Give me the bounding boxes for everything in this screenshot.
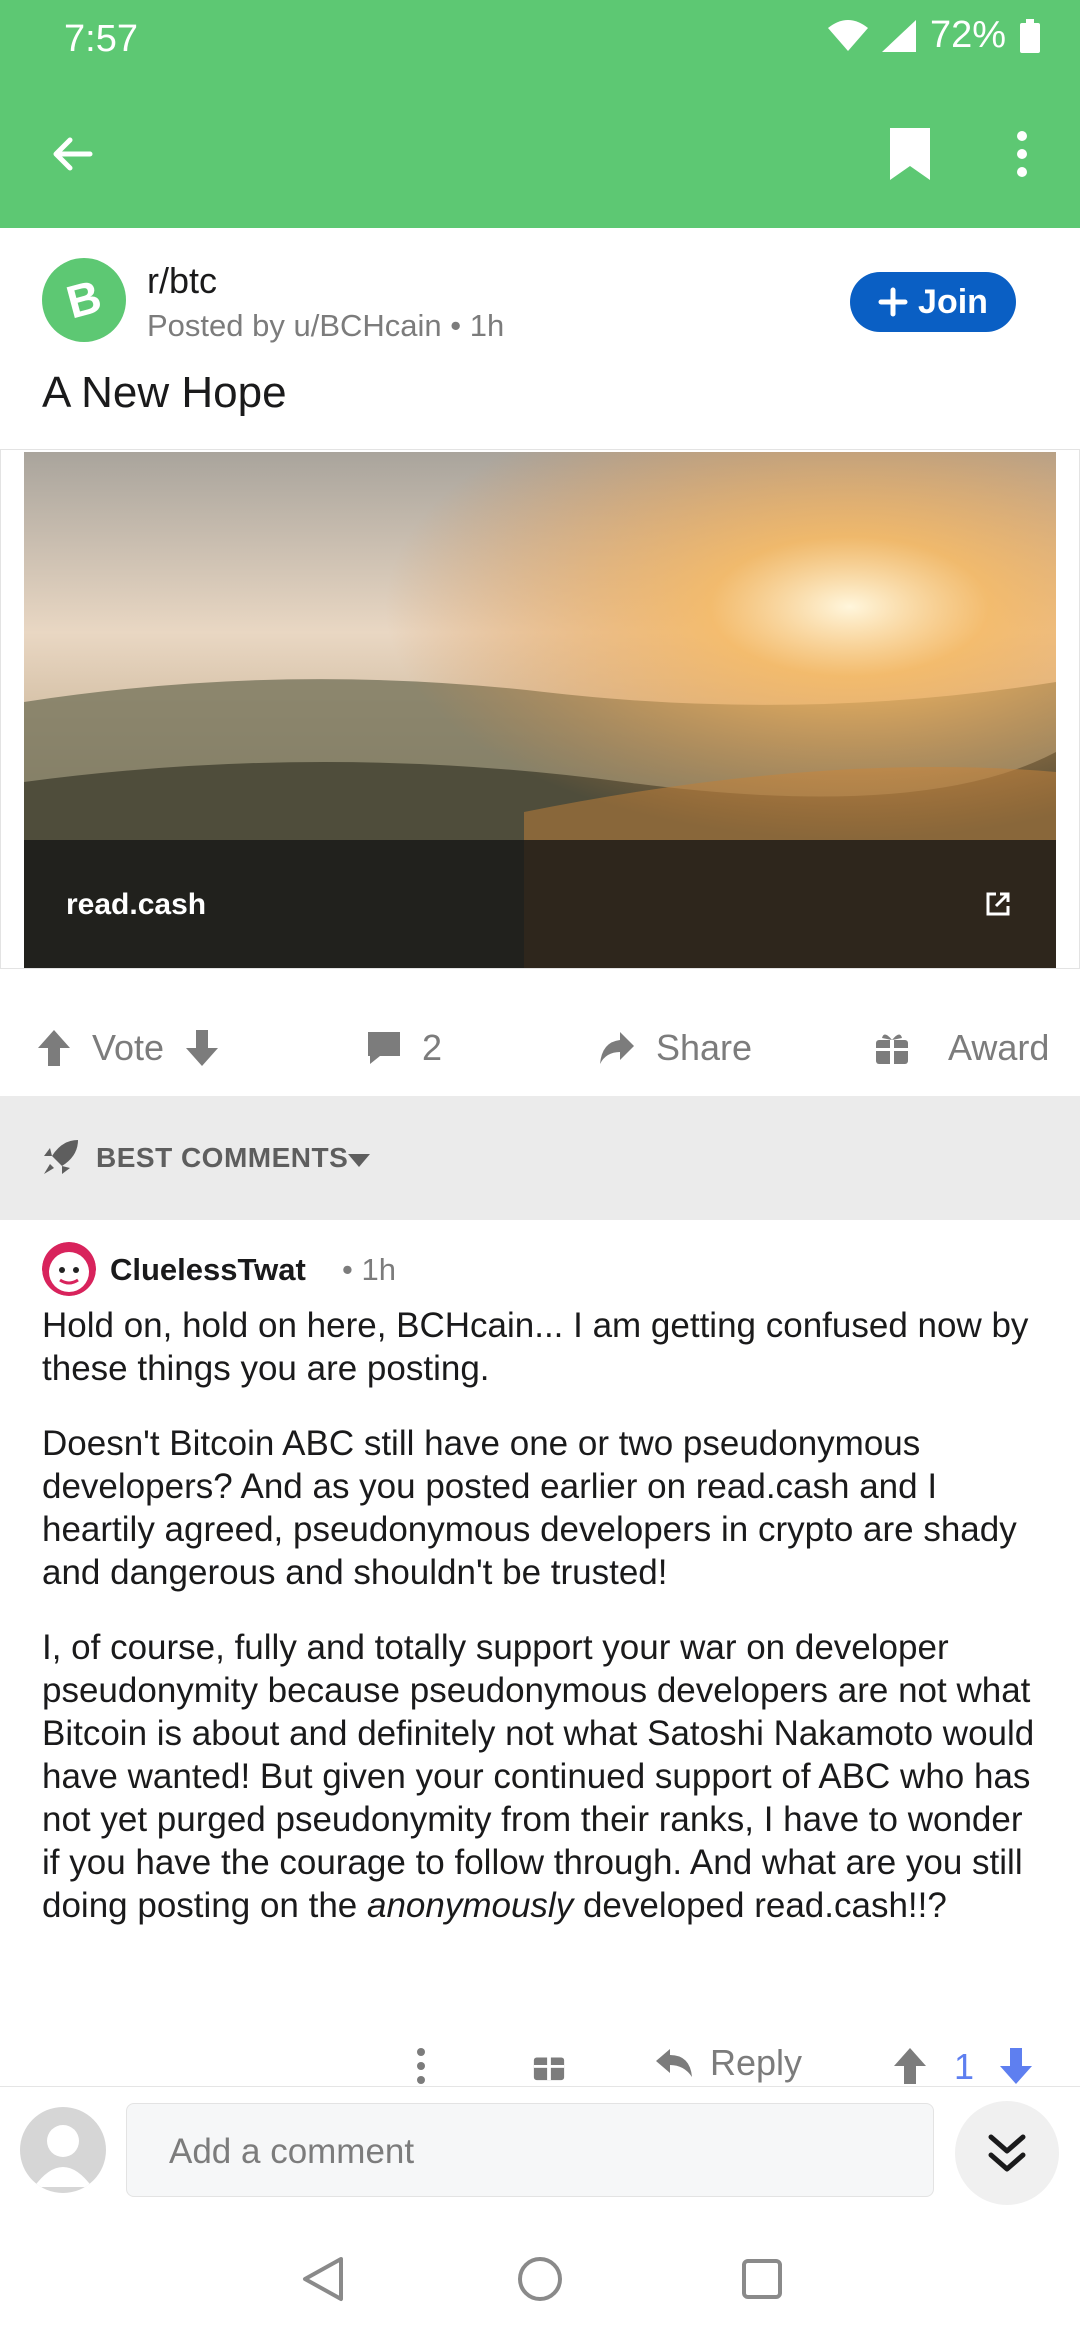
link-domain: read.cash: [66, 888, 207, 921]
vote-label: Vote: [92, 1027, 165, 1068]
link-caption-bar: read.cash: [24, 840, 1056, 968]
nav-home-button[interactable]: [505, 2244, 575, 2314]
share-button[interactable]: Share: [596, 1000, 752, 1096]
comment-paragraph-3-end: developed read.cash!!?: [573, 1886, 947, 1925]
current-user-avatar: [20, 2107, 106, 2193]
top-app-bar: [0, 80, 1080, 228]
system-nav-bar: [0, 2216, 1080, 2340]
comment-count: 2: [422, 1027, 443, 1068]
svg-text:B: B: [61, 273, 107, 327]
battery-percent: 72%: [929, 14, 1006, 56]
comment-paragraph-3: I, of course, fully and totally support …: [42, 1626, 1042, 1927]
join-button[interactable]: Join: [850, 272, 1016, 332]
award-label: Award: [948, 1027, 1050, 1068]
award-button[interactable]: Award: [874, 1000, 1049, 1096]
reply-button[interactable]: Reply: [654, 2042, 802, 2084]
share-label: Share: [656, 1027, 753, 1068]
comment-downvote-icon[interactable]: [998, 2046, 1034, 2086]
comments-button[interactable]: 2: [366, 1000, 442, 1096]
battery-icon: [1020, 18, 1040, 53]
post-byline[interactable]: Posted by u/BCHcain • 1h: [147, 308, 504, 344]
comment-body: Hold on, hold on here, BCHcain... I am g…: [42, 1304, 1042, 1959]
upvote-arrow-icon[interactable]: [36, 1028, 72, 1068]
wifi-icon: [827, 19, 868, 51]
comment-more-icon[interactable]: [416, 2048, 426, 2084]
chevron-down-icon: [348, 1154, 370, 1167]
cell-signal-icon: [881, 19, 916, 52]
post-title: A New Hope: [42, 368, 287, 417]
comment-age: • 1h: [342, 1252, 396, 1287]
status-bar: 7:57 72%: [0, 0, 1080, 80]
status-time: 7:57: [64, 18, 138, 60]
bitcoin-cash-logo-icon: B: [61, 273, 107, 327]
comment-bubble-icon: [368, 1032, 400, 1064]
downvote-arrow-icon[interactable]: [184, 1028, 220, 1068]
bookmark-icon: [890, 128, 930, 180]
comment-composer: Add a comment: [0, 2086, 1080, 2217]
nav-back-button[interactable]: [288, 2244, 358, 2314]
more-vertical-icon: [1017, 131, 1027, 177]
plus-icon: [878, 287, 908, 317]
comment-paragraph-3-start: I, of course, fully and totally support …: [42, 1628, 1035, 1925]
status-icons: 72%: [827, 14, 1040, 57]
join-label: Join: [918, 282, 988, 321]
save-button[interactable]: [862, 106, 958, 202]
add-comment-input[interactable]: Add a comment: [126, 2103, 934, 2197]
sort-label: BEST COMMENTS: [96, 1142, 349, 1173]
add-comment-placeholder: Add a comment: [169, 2132, 415, 2171]
subreddit-avatar[interactable]: B: [42, 258, 126, 342]
link-preview[interactable]: read.cash: [24, 452, 1056, 968]
comment-score: 1: [954, 2046, 975, 2087]
share-arrow-icon: [600, 1032, 634, 1064]
double-chevron-down-icon: [988, 2134, 1026, 2172]
gift-icon: [876, 1034, 908, 1064]
comment-sort-bar[interactable]: BEST COMMENTS: [0, 1096, 1080, 1220]
default-avatar-icon: [34, 2125, 92, 2187]
circle-home-icon: [518, 2257, 562, 2301]
overflow-menu-button[interactable]: [974, 106, 1070, 202]
comment-upvote-icon[interactable]: [892, 2046, 928, 2086]
comment-paragraph-2: Doesn't Bitcoin ABC still have one or tw…: [42, 1424, 1017, 1592]
reply-arrow-icon: [656, 2049, 692, 2077]
back-button[interactable]: [24, 106, 120, 202]
comment-author[interactable]: CluelessTwat: [110, 1252, 306, 1288]
square-recents-icon: [742, 2259, 782, 2299]
rocket-icon: [44, 1140, 78, 1174]
subreddit-name[interactable]: r/btc: [147, 260, 217, 302]
triangle-back-icon: [303, 2257, 343, 2301]
external-link-icon: [986, 892, 1010, 916]
post-actions-bar: Vote 2 Share Award: [0, 1000, 1080, 1096]
reply-label: Reply: [710, 2042, 803, 2083]
vote-group: Vote: [36, 1000, 220, 1096]
nav-recents-button[interactable]: [727, 2244, 797, 2314]
comment-award-icon[interactable]: [532, 2048, 566, 2082]
user-avatar[interactable]: [42, 1242, 96, 1296]
comment-paragraph-1: Hold on, hold on here, BCHcain... I am g…: [42, 1306, 1029, 1388]
next-comment-button[interactable]: [955, 2101, 1059, 2205]
comment-emphasis: anonymously: [366, 1886, 574, 1925]
back-arrow-icon: [53, 137, 93, 171]
